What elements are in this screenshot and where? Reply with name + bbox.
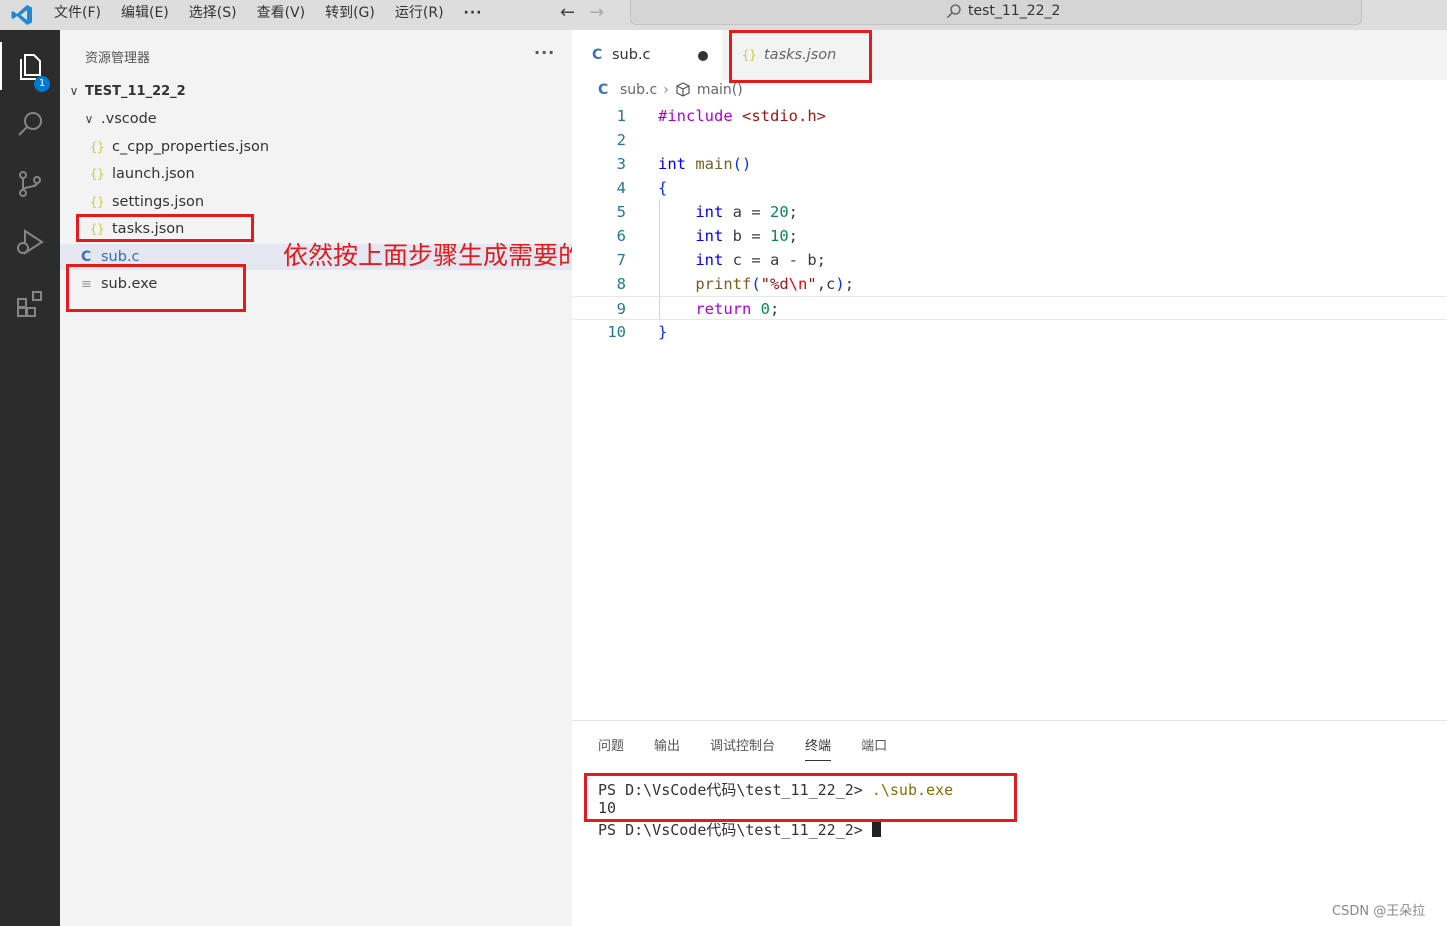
json-file-icon: {}: [90, 140, 105, 154]
file-label: settings.json: [112, 194, 205, 210]
file-label: sub.c: [101, 249, 140, 265]
code-line: 5 int a = 20;: [572, 200, 1447, 224]
menu-file[interactable]: 文件(F): [54, 4, 101, 22]
code-line: 4 {: [572, 176, 1447, 200]
code-line: 10 }: [572, 320, 1447, 344]
code-line-current: 9 return 0;: [572, 296, 1447, 320]
run-debug-icon: [17, 229, 44, 255]
json-file-icon: {}: [90, 195, 105, 209]
workspace-root[interactable]: ∨ TEST_11_22_2: [60, 78, 572, 104]
chevron-down-icon: ∨: [69, 84, 79, 98]
tab-output[interactable]: 输出: [654, 735, 680, 761]
code-line: 2: [572, 128, 1447, 152]
source-control-icon: [19, 171, 41, 197]
menu-edit[interactable]: 编辑(E): [121, 4, 169, 22]
command-center[interactable]: test_11_22_2: [630, 0, 1362, 25]
file-label: c_cpp_properties.json: [112, 139, 270, 155]
method-cube-icon: [676, 82, 690, 97]
nav-arrows: ← →: [560, 2, 604, 23]
breadcrumb: C sub.c › main(): [598, 82, 743, 98]
c-file-icon: C: [598, 82, 609, 98]
search-icon: [947, 4, 961, 18]
line-number: 3: [616, 155, 626, 173]
menu-run[interactable]: 运行(R): [395, 4, 444, 22]
file-settings[interactable]: {} settings.json: [60, 189, 572, 215]
line-number: 6: [616, 227, 626, 245]
code-line: 6 int b = 10;: [572, 224, 1447, 248]
code-line: 1 #include <stdio.h>: [572, 104, 1447, 128]
code-editor[interactable]: 1 #include <stdio.h> 2 3 int main() 4 { …: [572, 104, 1447, 720]
line-number: 8: [616, 275, 626, 293]
folder-vscode-label: .vscode: [101, 111, 157, 127]
extensions-icon: [17, 291, 42, 317]
title-bar: 文件(F) 编辑(E) 选择(S) 查看(V) 转到(G) 运行(R) ··· …: [0, 0, 1447, 30]
line-number: 10: [607, 323, 626, 341]
run-debug-activity[interactable]: [0, 218, 60, 266]
c-file-icon: C: [81, 249, 92, 265]
tab-sub-c[interactable]: C sub.c: [572, 30, 722, 80]
code-line: 3 int main(): [572, 152, 1447, 176]
explorer-title: 资源管理器: [85, 51, 151, 66]
annotation-text: 依然按上面步骤生成需要的: [283, 241, 584, 270]
menu-go[interactable]: 转到(G): [325, 4, 375, 22]
back-arrow-icon[interactable]: ←: [560, 2, 575, 23]
annotation-box-terminal: [584, 773, 1017, 822]
annotation-box-tab: [729, 30, 872, 83]
breadcrumb-file[interactable]: sub.c: [620, 82, 657, 98]
breadcrumb-symbol[interactable]: main(): [697, 82, 743, 98]
annotation-box-exe: [66, 264, 246, 312]
tab-ports[interactable]: 端口: [861, 735, 887, 761]
panel-tabs: 问题 输出 调试控制台 终端 端口: [598, 735, 887, 761]
tab-problems[interactable]: 问题: [598, 735, 624, 761]
tab-debug-console[interactable]: 调试控制台: [710, 735, 775, 761]
line-number: 9: [616, 300, 626, 318]
search-activity[interactable]: [0, 100, 60, 148]
activity-bar: 1: [0, 30, 60, 926]
bottom-panel: 问题 输出 调试控制台 终端 端口 PS D:\VsCode代码\test_11…: [572, 720, 1447, 926]
tab-label: sub.c: [612, 47, 651, 63]
vscode-logo-icon: [11, 5, 32, 25]
chevron-down-icon: ∨: [84, 112, 94, 126]
editor-tabs: C sub.c {} tasks.json: [572, 30, 1447, 80]
menu-bar: 文件(F) 编辑(E) 选择(S) 查看(V) 转到(G) 运行(R) ···: [54, 4, 483, 22]
explorer-badge: 1: [34, 76, 50, 92]
terminal-prompt[interactable]: PS D:\VsCode代码\test_11_22_2>: [598, 819, 881, 840]
explorer-sidebar: 资源管理器 ··· ∨ TEST_11_22_2 ∨ .vscode {} c_…: [60, 30, 572, 926]
explorer-activity[interactable]: 1: [0, 42, 60, 92]
json-file-icon: {}: [90, 167, 105, 181]
watermark: CSDN @王朵拉: [1332, 904, 1426, 919]
line-number: 1: [616, 107, 626, 125]
folder-vscode[interactable]: ∨ .vscode: [60, 106, 572, 132]
line-number: 4: [616, 179, 626, 197]
tab-terminal[interactable]: 终端: [805, 735, 832, 761]
file-launch[interactable]: {} launch.json: [60, 161, 572, 187]
forward-arrow-icon[interactable]: →: [589, 2, 604, 23]
unsaved-dot-icon[interactable]: [698, 51, 708, 61]
file-c-cpp-properties[interactable]: {} c_cpp_properties.json: [60, 134, 572, 160]
more-actions-icon[interactable]: ···: [534, 43, 555, 62]
chevron-right-icon: ›: [663, 82, 669, 98]
menu-more-icon[interactable]: ···: [464, 4, 483, 22]
code-line: 8 printf("%d\n",c);: [572, 272, 1447, 296]
menu-view[interactable]: 查看(V): [257, 4, 306, 22]
menu-selection[interactable]: 选择(S): [189, 4, 237, 22]
code-line: 7 int c = a - b;: [572, 248, 1447, 272]
file-label: launch.json: [112, 166, 195, 182]
search-icon: [18, 112, 42, 136]
annotation-box-tasks: [76, 214, 254, 242]
workspace-root-label: TEST_11_22_2: [85, 83, 186, 99]
terminal-cursor: [871, 821, 881, 837]
line-number: 7: [616, 251, 626, 269]
command-center-text: test_11_22_2: [968, 3, 1061, 19]
extensions-activity[interactable]: [0, 280, 60, 328]
c-file-icon: C: [592, 47, 603, 63]
line-number: 2: [616, 131, 626, 149]
line-number: 5: [616, 203, 626, 221]
source-control-activity[interactable]: [0, 160, 60, 208]
